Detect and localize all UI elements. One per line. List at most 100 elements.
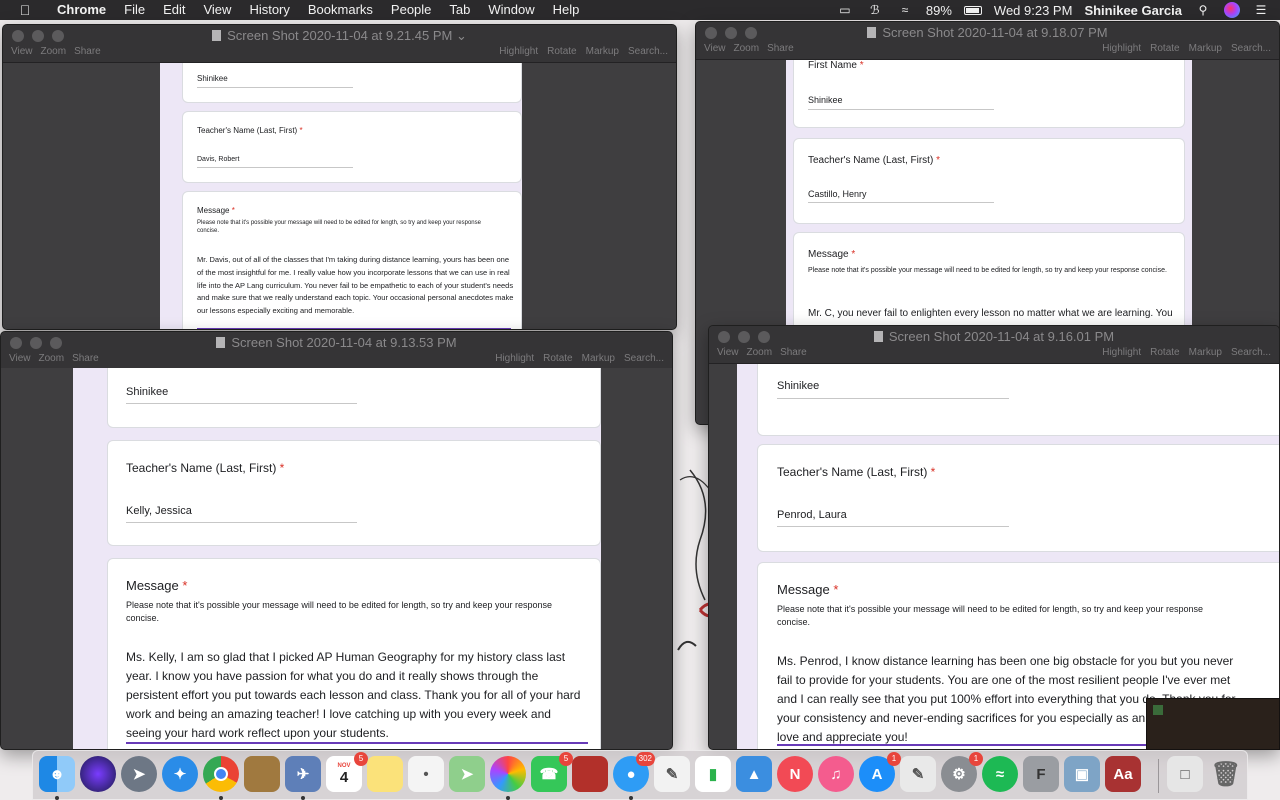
menu-file[interactable]: File [115, 0, 154, 20]
menu-app-name[interactable]: Chrome [48, 0, 115, 20]
keynote-icon[interactable]: ▲ [736, 756, 772, 792]
pages-icon[interactable]: ✎ [654, 756, 690, 792]
markup-button[interactable]: Markup [1189, 43, 1222, 54]
teacher-value[interactable]: Castillo, Henry [808, 189, 867, 199]
zoom-tool-button[interactable]: Zoom [747, 347, 773, 358]
preview-app-icon[interactable]: ✈ [285, 756, 321, 800]
markup-button[interactable]: Markup [1189, 347, 1222, 358]
notes-icon[interactable] [367, 756, 403, 792]
downloads-stack-icon[interactable]: □ [1167, 756, 1203, 792]
trash-icon[interactable]: 🗑 [1208, 756, 1244, 792]
window-titlebar[interactable]: Screen Shot 2020-11-04 at 9.13.53 PM Vie… [1, 332, 672, 370]
siri-icon[interactable] [1224, 2, 1240, 18]
siri-app-icon[interactable] [80, 756, 116, 792]
highlight-button[interactable]: Highlight [499, 46, 538, 57]
spotify-icon[interactable]: ≈ [982, 756, 1018, 792]
spotlight-search-icon[interactable]: ⚲ [1194, 2, 1212, 18]
finder-icon[interactable]: ☻ [39, 756, 75, 800]
menu-view[interactable]: View [194, 0, 240, 20]
calendar-icon[interactable]: NOV 4 5 [326, 752, 368, 792]
photo-booth-icon[interactable] [572, 756, 608, 792]
share-button[interactable]: Share [74, 46, 101, 57]
app-store-icon[interactable]: A1 [859, 752, 901, 792]
window-titlebar[interactable]: Screen Shot 2020-11-04 at 9.18.07 PM Vie… [696, 22, 1279, 60]
menu-people[interactable]: People [382, 0, 440, 20]
message-text[interactable]: Ms. Kelly, I am so glad that I picked AP… [126, 648, 588, 743]
user-name[interactable]: Shinikee Garcia [1084, 3, 1182, 18]
first-name-value[interactable]: Shinikee [197, 74, 228, 83]
document-canvas[interactable]: Shinikee Teacher's Name (Last, First) * … [3, 63, 676, 329]
preview-window-penrod[interactable]: Screen Shot 2020-11-04 at 9.16.01 PM Vie… [708, 325, 1280, 750]
launchpad-icon[interactable]: ➤ [121, 756, 157, 792]
preview-window-davis[interactable]: Screen Shot 2020-11-04 at 9.21.45 PM ⌄ V… [2, 24, 677, 330]
menu-edit[interactable]: Edit [154, 0, 194, 20]
bluetooth-icon[interactable]: ℬ [866, 2, 884, 18]
dictionary-icon[interactable]: Aa [1105, 756, 1141, 792]
view-button[interactable]: View [717, 347, 739, 358]
share-button[interactable]: Share [780, 347, 807, 358]
teacher-value[interactable]: Kelly, Jessica [126, 505, 192, 517]
reminders-icon[interactable]: • [408, 756, 444, 792]
teacher-value[interactable]: Penrod, Laura [777, 509, 847, 521]
chrome-icon[interactable] [203, 756, 239, 800]
photos-icon[interactable] [490, 756, 526, 800]
search-field[interactable]: Search... [628, 46, 668, 57]
highlight-button[interactable]: Highlight [495, 353, 534, 364]
message-text[interactable]: Mr. Davis, out of all of the classes tha… [197, 254, 515, 318]
search-field[interactable]: Search... [1231, 43, 1271, 54]
menu-window[interactable]: Window [479, 0, 543, 20]
apple-icon[interactable]:  [14, 2, 36, 18]
maps-icon[interactable]: ➤ [449, 756, 485, 792]
notebook-icon[interactable] [244, 756, 280, 792]
search-field[interactable]: Search... [1231, 347, 1271, 358]
facetime-icon[interactable]: ☎ 5 [531, 752, 573, 792]
system-preferences-icon[interactable]: ⚙ 1 [941, 752, 983, 792]
search-field[interactable]: Search... [624, 353, 664, 364]
view-button[interactable]: View [704, 43, 726, 54]
document-canvas[interactable]: Shinikee Teacher's Name (Last, First) * … [1, 368, 672, 749]
numbers-icon[interactable]: ▮ [695, 756, 731, 792]
textedit-icon[interactable]: ✎ [900, 756, 936, 792]
image-capture-icon[interactable]: ▣ [1064, 756, 1100, 792]
chevron-down-icon[interactable]: ⌄ [456, 28, 467, 43]
teacher-value[interactable]: Davis, Robert [197, 156, 239, 163]
share-button[interactable]: Share [767, 43, 794, 54]
battery-icon[interactable] [963, 5, 982, 15]
menu-help[interactable]: Help [544, 0, 589, 20]
menu-history[interactable]: History [240, 0, 298, 20]
first-name-value[interactable]: Shinikee [126, 386, 168, 398]
zoom-tool-button[interactable]: Zoom [39, 353, 65, 364]
zoom-tool-button[interactable]: Zoom [41, 46, 67, 57]
highlight-button[interactable]: Highlight [1102, 347, 1141, 358]
message-text[interactable]: Mr. C, you never fail to enlighten every… [808, 307, 1178, 321]
markup-button[interactable]: Markup [582, 353, 615, 364]
window-titlebar[interactable]: Screen Shot 2020-11-04 at 9.16.01 PM Vie… [709, 326, 1279, 364]
markup-button[interactable]: Markup [586, 46, 619, 57]
rotate-button[interactable]: Rotate [543, 353, 572, 364]
menu-tab[interactable]: Tab [440, 0, 479, 20]
wifi-icon[interactable]: ≈ [896, 2, 914, 18]
view-button[interactable]: View [11, 46, 33, 57]
document-canvas[interactable]: Shinikee Teacher's Name (Last, First) * … [709, 364, 1279, 749]
airplay-icon[interactable]: ▭ [836, 2, 854, 18]
news-icon[interactable]: N [777, 756, 813, 792]
battery-percent[interactable]: 89% [926, 3, 952, 18]
video-thumbnail[interactable] [1146, 698, 1280, 750]
window-titlebar[interactable]: Screen Shot 2020-11-04 at 9.21.45 PM ⌄ V… [3, 25, 676, 63]
rotate-button[interactable]: Rotate [547, 46, 576, 57]
view-button[interactable]: View [9, 353, 31, 364]
preview-window-kelly[interactable]: Screen Shot 2020-11-04 at 9.13.53 PM Vie… [0, 331, 673, 750]
first-name-value[interactable]: Shinikee [777, 380, 819, 392]
zoom-tool-button[interactable]: Zoom [734, 43, 760, 54]
first-name-value[interactable]: Shinikee [808, 95, 843, 105]
rotate-button[interactable]: Rotate [1150, 347, 1179, 358]
clock[interactable]: Wed 9:23 PM [994, 3, 1073, 18]
share-button[interactable]: Share [72, 353, 99, 364]
font-book-icon[interactable]: F [1023, 756, 1059, 792]
menu-bookmarks[interactable]: Bookmarks [299, 0, 382, 20]
safari-icon[interactable]: ✦ [162, 756, 198, 792]
rotate-button[interactable]: Rotate [1150, 43, 1179, 54]
notification-center-icon[interactable]: ☰ [1252, 2, 1270, 18]
messages-icon[interactable]: ● 302 [613, 752, 655, 800]
music-icon[interactable]: ♫ [818, 756, 854, 792]
